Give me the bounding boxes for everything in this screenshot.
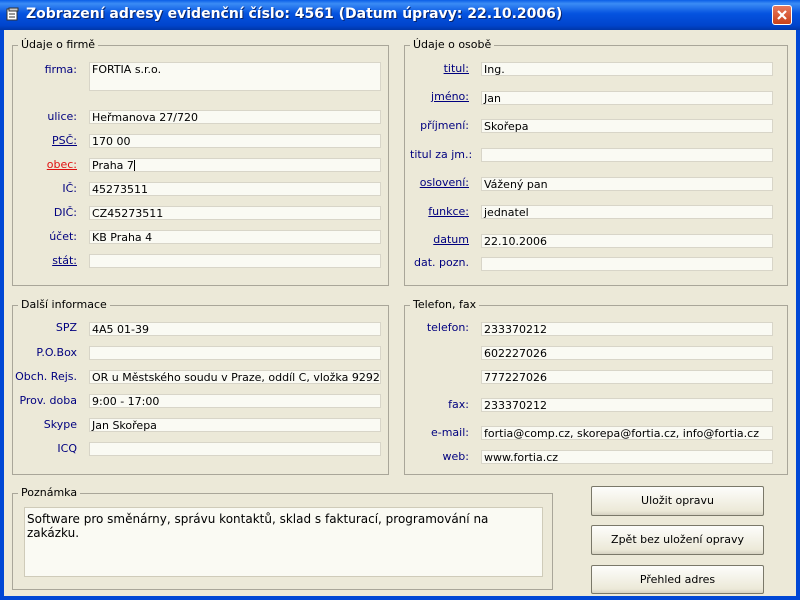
- note-textarea[interactable]: Software pro směnárny, správu kontaktů, …: [24, 507, 543, 577]
- fax-field[interactable]: 233370212: [481, 398, 773, 412]
- dat-pozn-label: dat. pozn.: [414, 256, 469, 269]
- skype-field[interactable]: Jan Skořepa: [89, 418, 381, 432]
- titul-link[interactable]: titul:: [410, 62, 469, 76]
- prov-doba-label: Prov. doba: [19, 394, 77, 407]
- window-frame-bottom: [0, 596, 800, 600]
- funkce-field[interactable]: jednatel: [481, 205, 773, 219]
- obec-value: Praha 7: [92, 159, 134, 172]
- web-label: web:: [442, 450, 469, 463]
- window-frame-right: [796, 30, 800, 600]
- obec-field[interactable]: Praha 7: [89, 158, 381, 172]
- ic-label: IČ:: [62, 182, 77, 195]
- pobox-label: P.O.Box: [36, 346, 77, 359]
- psc-link[interactable]: PSČ:: [20, 134, 77, 148]
- obch-rejs-field[interactable]: OR u Městského soudu v Praze, oddíl C, v…: [89, 370, 381, 384]
- email-label: e-mail:: [430, 426, 469, 439]
- fax-label: fax:: [448, 398, 469, 411]
- dic-label: DIČ:: [53, 206, 77, 219]
- datum-link[interactable]: datum: [410, 233, 469, 247]
- telefon-field-2[interactable]: 602227026: [481, 346, 773, 360]
- prijmeni-field[interactable]: Skořepa: [481, 119, 773, 133]
- phone-fax-group-title: Telefon, fax: [410, 298, 480, 311]
- web-field[interactable]: www.fortia.cz: [481, 450, 773, 464]
- titul-field[interactable]: Ing.: [481, 62, 773, 76]
- icq-field[interactable]: [89, 442, 381, 456]
- other-info-group-title: Další informace: [18, 298, 110, 311]
- ulice-label: ulice:: [47, 110, 77, 123]
- titul-za-label: titul za jm.:: [410, 148, 473, 161]
- psc-field[interactable]: 170 00: [89, 134, 381, 148]
- prijmeni-label: příjmení:: [420, 119, 469, 132]
- dat-pozn-field[interactable]: [481, 257, 773, 271]
- telefon-label: telefon:: [426, 321, 469, 334]
- telefon-field-3[interactable]: 777227026: [481, 370, 773, 384]
- email-field[interactable]: fortia@comp.cz, skorepa@fortia.cz, info@…: [481, 426, 773, 440]
- window-title: Zobrazení adresy evidenční číslo: 4561 (…: [26, 6, 563, 22]
- spz-field[interactable]: 4A5 01-39: [89, 322, 381, 336]
- jmeno-link[interactable]: jméno:: [410, 90, 469, 104]
- obch-rejs-label: Obch. Rejs.: [15, 370, 77, 383]
- address-overview-button[interactable]: Přehled adres: [591, 565, 764, 594]
- prov-doba-field[interactable]: 9:00 - 17:00: [89, 394, 381, 408]
- ic-field[interactable]: 45273511: [89, 182, 381, 196]
- pobox-field[interactable]: [89, 346, 381, 360]
- stat-field[interactable]: [89, 254, 381, 268]
- telefon-field-1[interactable]: 233370212: [481, 322, 773, 336]
- text-caret: [133, 160, 135, 171]
- titul-za-field[interactable]: [481, 148, 773, 162]
- person-group: [404, 45, 788, 286]
- company-group-title: Údaje o firmě: [18, 38, 99, 51]
- ucet-field[interactable]: KB Praha 4: [89, 230, 381, 244]
- title-bar: Zobrazení adresy evidenční číslo: 4561 (…: [0, 0, 800, 30]
- icq-label: ICQ: [57, 442, 77, 455]
- window-app-icon: [6, 7, 20, 21]
- close-button[interactable]: [772, 5, 792, 25]
- firma-label: firma:: [44, 63, 77, 76]
- osloveni-field[interactable]: Vážený pan: [481, 177, 773, 191]
- window-frame-left: [0, 30, 4, 600]
- person-group-title: Údaje o osobě: [410, 38, 495, 51]
- obec-link[interactable]: obec:: [20, 158, 77, 172]
- ucet-label: účet:: [49, 230, 77, 243]
- dic-field[interactable]: CZ45273511: [89, 206, 381, 220]
- firma-field[interactable]: FORTIA s.r.o.: [89, 62, 381, 91]
- funkce-link[interactable]: funkce:: [410, 205, 469, 219]
- spz-label: SPZ: [55, 321, 77, 334]
- save-button[interactable]: Uložit opravu: [591, 486, 764, 516]
- datum-field[interactable]: 22.10.2006: [481, 234, 773, 248]
- close-icon: [777, 10, 787, 20]
- jmeno-field[interactable]: Jan: [481, 91, 773, 105]
- osloveni-link[interactable]: oslovení:: [410, 176, 469, 190]
- ulice-field[interactable]: Heřmanova 27/720: [89, 110, 381, 124]
- back-without-saving-button[interactable]: Zpět bez uložení opravy: [591, 525, 764, 555]
- skype-label: Skype: [43, 418, 77, 431]
- stat-link[interactable]: stát:: [20, 254, 77, 268]
- note-group-title: Poznámka: [18, 486, 81, 499]
